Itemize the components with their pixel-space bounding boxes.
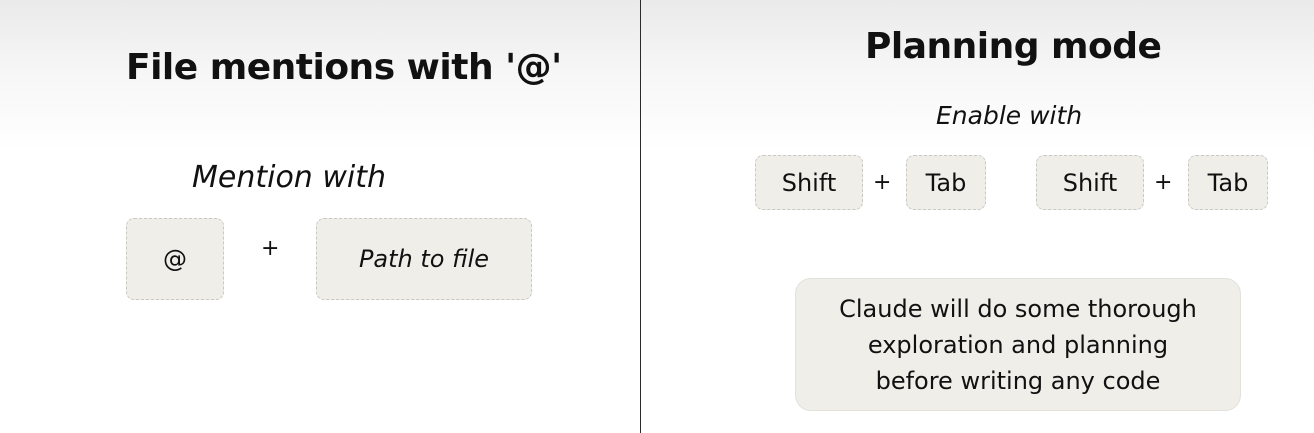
enable-with-label: Enable with (936, 101, 1083, 130)
planning-description-text: Claude will do some thorough exploration… (839, 291, 1197, 399)
file-mentions-title: File mentions with '@' (126, 47, 562, 88)
at-key: @ (126, 218, 224, 300)
mention-with-label: Mention with (192, 160, 387, 195)
description-line: Claude will do some thorough (839, 294, 1197, 323)
planning-mode-title: Planning mode (865, 26, 1162, 67)
plus-sign: + (873, 170, 892, 195)
left-panel: File mentions with '@' Mention with @ + … (0, 0, 640, 433)
tab-key: Tab (1188, 155, 1268, 210)
right-panel: Planning mode Enable with Shift + Tab Sh… (641, 0, 1314, 433)
shift-key: Shift (755, 155, 863, 210)
tab-key-label: Tab (1207, 168, 1249, 197)
planning-description-box: Claude will do some thorough exploration… (795, 278, 1241, 411)
path-to-file-key: Path to file (316, 218, 532, 300)
description-line: exploration and planning (867, 330, 1169, 359)
plus-sign: + (261, 236, 280, 261)
shift-key-label: Shift (781, 168, 837, 197)
tab-key: Tab (906, 155, 986, 210)
tab-key-label: Tab (925, 168, 967, 197)
description-line: before writing any code (875, 366, 1161, 395)
shift-key: Shift (1036, 155, 1144, 210)
path-to-file-label: Path to file (358, 245, 490, 273)
plus-sign: + (1154, 170, 1173, 195)
at-key-label: @ (163, 245, 187, 273)
shift-key-label: Shift (1062, 168, 1118, 197)
